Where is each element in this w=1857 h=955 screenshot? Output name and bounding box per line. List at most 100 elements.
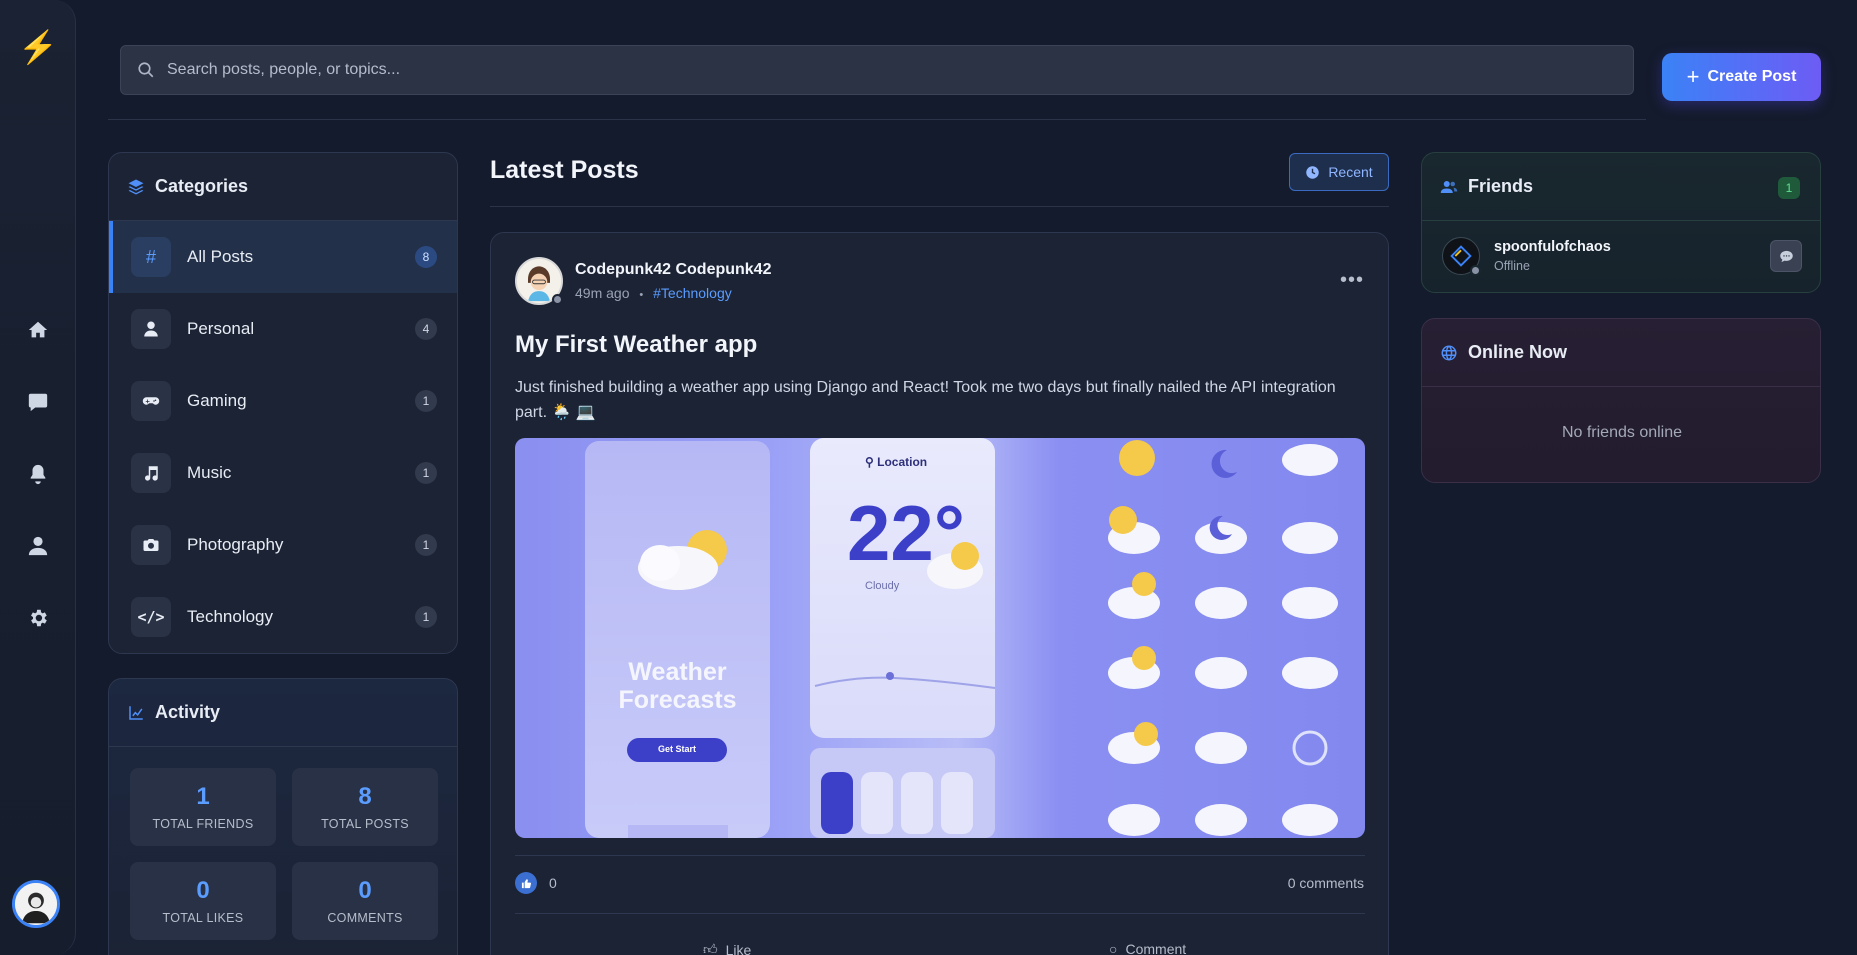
online-now-title: Online Now [1468, 342, 1567, 362]
friends-header: Friends [1422, 153, 1820, 221]
categories-header: Categories [109, 153, 457, 221]
header-divider [108, 119, 1646, 120]
image-heading-line2: Forecasts [618, 686, 737, 714]
post-tag[interactable]: #Technology [653, 285, 732, 301]
category-technology[interactable]: </> Technology 1 [109, 581, 457, 653]
image-start-button: Get Start [657, 744, 696, 754]
like-count: 0 [549, 875, 557, 891]
more-options-icon[interactable]: ••• [1340, 269, 1364, 292]
online-now-header: Online Now [1422, 319, 1820, 387]
category-label: Music [187, 463, 232, 482]
image-location-label: Location [877, 455, 928, 469]
friend-item[interactable]: spoonfulofchaos Offline [1442, 237, 1802, 277]
stat-value: 0 [358, 877, 372, 904]
post-body: Just finished building a weather app usi… [515, 379, 1336, 421]
clock-icon [1306, 165, 1320, 179]
post-time: 49m ago [575, 285, 630, 301]
like-summary: 0 [515, 872, 557, 894]
status-dot [552, 294, 563, 305]
layers-icon [128, 179, 144, 194]
image-condition: Cloudy [865, 580, 900, 592]
category-all-posts[interactable]: # All Posts 8 [109, 221, 457, 293]
lightning-bolt-icon[interactable]: ⚡ [18, 28, 58, 68]
user-icon[interactable] [0, 526, 76, 566]
search-input[interactable] [167, 61, 1567, 79]
image-heading: Weather Forecasts [585, 658, 770, 714]
image-heading-line1: Weather [628, 658, 727, 686]
gear-icon[interactable] [0, 598, 76, 638]
status-dot [1470, 265, 1481, 276]
friend-name: spoonfulofchaos [1494, 239, 1611, 255]
categories-card: Categories # All Posts 8 Personal 4 Gami… [108, 152, 458, 654]
camera-icon [131, 525, 171, 565]
person-icon [131, 309, 171, 349]
left-rail: ⚡ [0, 0, 76, 955]
gamepad-icon [131, 381, 171, 421]
like-button[interactable]: 👍︎ Like [703, 941, 751, 955]
sort-label: Recent [1328, 164, 1373, 180]
message-friend-button[interactable] [1770, 240, 1802, 272]
stat-label: TOTAL FRIENDS [152, 817, 254, 831]
stat-value: 1 [196, 783, 210, 810]
friend-status: Offline [1494, 259, 1530, 273]
friends-title: Friends [1468, 176, 1534, 196]
hash-icon: # [131, 237, 171, 277]
online-empty-message: No friends online [1561, 424, 1683, 441]
friends-card: Friends 1 spoonfulofchaos Offline [1421, 152, 1821, 293]
category-photography[interactable]: Photography 1 [109, 509, 457, 581]
like-label: Like [725, 941, 752, 955]
friends-count-badge: 1 [1778, 177, 1800, 199]
stat-total-likes: 0 TOTAL LIKES [130, 862, 276, 940]
stat-total-posts: 8 TOTAL POSTS [292, 768, 438, 846]
create-post-label: Create Post [1707, 68, 1797, 85]
users-icon [1440, 180, 1458, 193]
comment-bubble-icon: ○ [1109, 941, 1118, 955]
friend-avatar [1442, 237, 1481, 276]
sort-recent-button[interactable]: Recent [1289, 153, 1389, 191]
category-count: 8 [415, 246, 437, 268]
post-title: My First Weather app [515, 331, 758, 358]
category-label: Personal [187, 319, 255, 338]
search-bar[interactable] [120, 45, 1634, 95]
chat-icon[interactable] [0, 382, 76, 422]
categories-title: Categories [155, 176, 249, 196]
activity-header: Activity [109, 679, 457, 747]
feed-divider [490, 206, 1389, 207]
category-personal[interactable]: Personal 4 [109, 293, 457, 365]
post-image[interactable]: Weather Forecasts Get Start ⚲ Location 2… [515, 438, 1365, 838]
search-icon [138, 62, 154, 78]
chat-bubble-icon [1779, 250, 1793, 262]
bell-icon[interactable] [0, 454, 76, 494]
comment-button[interactable]: ○ Comment [1109, 941, 1186, 955]
home-icon[interactable] [0, 310, 76, 350]
category-count: 1 [415, 462, 437, 484]
post-divider [515, 855, 1365, 856]
create-post-button[interactable]: + Create Post [1662, 53, 1821, 101]
category-count: 1 [415, 390, 437, 412]
post-author[interactable]: Codepunk42 Codepunk42 [575, 261, 771, 279]
category-label: Gaming [187, 391, 247, 410]
category-count: 1 [415, 534, 437, 556]
thumbs-up-outline-icon: 👍︎ [703, 941, 718, 955]
category-count: 1 [415, 606, 437, 628]
user-avatar[interactable] [12, 880, 60, 928]
feed-title: Latest Posts [490, 156, 639, 184]
category-music[interactable]: Music 1 [109, 437, 457, 509]
stat-value: 0 [196, 877, 210, 904]
thumbs-up-icon [515, 872, 537, 894]
globe-icon [1441, 345, 1457, 360]
post-meta: 49m ago • #Technology [575, 285, 732, 301]
category-gaming[interactable]: Gaming 1 [109, 365, 457, 437]
stat-total-friends: 1 TOTAL FRIENDS [130, 768, 276, 846]
pin-icon: ⚲ [865, 455, 874, 469]
author-avatar[interactable] [515, 257, 563, 305]
stat-label: COMMENTS [327, 911, 403, 925]
chart-line-icon [129, 705, 143, 720]
post-divider [515, 913, 1365, 914]
code-icon: </> [131, 597, 171, 637]
activity-title: Activity [155, 702, 221, 722]
image-temperature: 22° [847, 489, 965, 577]
comment-count[interactable]: 0 comments [1288, 875, 1364, 891]
stat-label: TOTAL LIKES [162, 911, 244, 925]
comment-label: Comment [1125, 941, 1187, 955]
